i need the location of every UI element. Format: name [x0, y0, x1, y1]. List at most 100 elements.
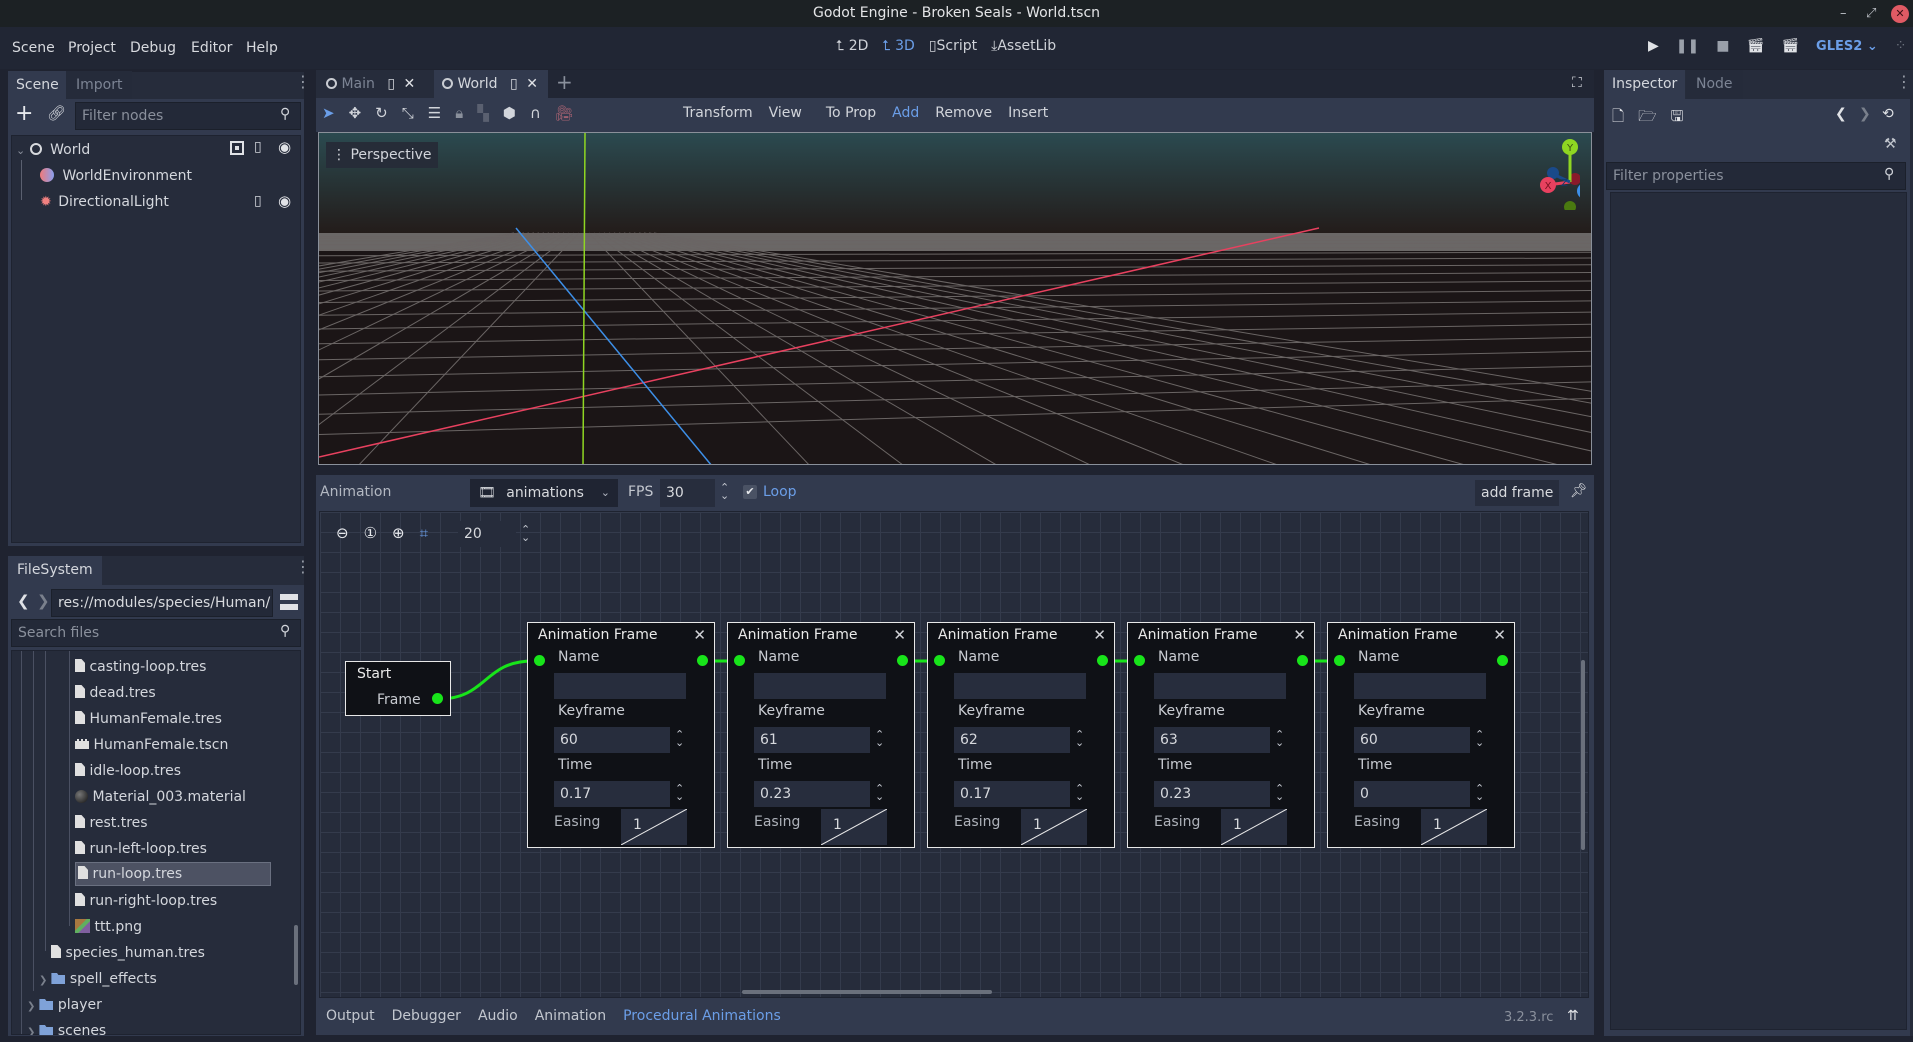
filter-nodes-input[interactable]: Filter nodes	[75, 102, 301, 130]
close-window-button[interactable]: ✕	[1891, 5, 1909, 23]
folder-item[interactable]: ❯ player	[27, 992, 102, 1018]
file-item[interactable]: idle-loop.tres	[75, 758, 181, 784]
keyframe-input[interactable]: 60	[554, 727, 670, 753]
frame-input-port[interactable]	[734, 655, 745, 666]
menu-view[interactable]: View	[769, 105, 802, 121]
file-item[interactable]: ttt.png	[75, 914, 142, 940]
keyframe-spinner-icon[interactable]: ⌃ ⌄	[1475, 729, 1484, 748]
view-gizmo[interactable]: Y X	[1510, 135, 1593, 213]
start-output-port[interactable]	[432, 693, 443, 704]
close-tab-icon[interactable]: ✕	[404, 76, 416, 92]
local-space-icon[interactable]: ⬢	[503, 104, 516, 122]
pause-icon[interactable]: ❚❚	[1676, 38, 1699, 54]
chevron-right-icon[interactable]: ❯	[27, 1027, 35, 1035]
rotate-tool-icon[interactable]: ↻	[375, 104, 388, 122]
bottom-tab-audio[interactable]: Audio	[478, 1008, 518, 1024]
add-frame-button[interactable]: add frame	[1475, 480, 1560, 506]
group-icon[interactable]: ▚	[477, 104, 489, 122]
easing-curve[interactable]: 1	[1221, 809, 1287, 845]
frame-output-port[interactable]	[897, 655, 908, 666]
easing-curve[interactable]: 1	[821, 809, 887, 845]
tree-item-directionallight[interactable]: ✹ DirectionalLight	[40, 189, 169, 215]
folder-item[interactable]: ❯ spell_effects	[39, 966, 157, 992]
snap-icon[interactable]: ∩	[530, 104, 541, 122]
file-item[interactable]: HumanFemale.tres	[75, 706, 222, 732]
menu-editor[interactable]: Editor	[191, 40, 232, 56]
visibility-icon[interactable]: ◉	[278, 192, 291, 210]
filter-properties-input[interactable]: Filter properties	[1606, 162, 1906, 190]
split-mode-icon[interactable]	[280, 594, 298, 610]
play-scene-icon[interactable]: 🎬︎	[1746, 38, 1764, 54]
file-item[interactable]: Material_003.material	[75, 784, 246, 810]
animation-frame-node[interactable]: Animation Frame ✕ Name Keyframe 60 ⌃ ⌄ Time 0.17…	[527, 622, 715, 848]
keyframe-spinner-icon[interactable]: ⌃ ⌄	[1075, 729, 1084, 748]
add-node-icon[interactable]: +	[15, 101, 33, 126]
keyframe-input[interactable]: 63	[1154, 727, 1270, 753]
pin-icon[interactable]: 📌︎	[1570, 483, 1588, 499]
script-icon[interactable]: ▯	[254, 139, 262, 155]
workspace-assetlib[interactable]: ⤓AssetLib	[991, 38, 1056, 54]
camera-icon[interactable]: 🎥︎	[555, 104, 574, 122]
new-resource-icon[interactable]: 🗋︎	[1612, 106, 1624, 131]
time-input[interactable]: 0.23	[1154, 781, 1270, 807]
minimize-button[interactable]: –	[1840, 0, 1847, 27]
tab-node[interactable]: Node	[1686, 70, 1743, 99]
folder-item[interactable]: ❯ scenes	[27, 1018, 106, 1035]
menu-project[interactable]: Project	[68, 40, 116, 56]
tree-item-world[interactable]: ⌄ World	[16, 137, 90, 163]
frame-output-port[interactable]	[697, 655, 708, 666]
remove-button[interactable]: Remove	[935, 105, 992, 121]
tab-inspector[interactable]: Inspector	[1604, 70, 1686, 99]
new-tab-icon[interactable]: +	[556, 70, 573, 94]
play-custom-scene-icon[interactable]: 🎬︎	[1781, 38, 1799, 54]
graph-v-scrollbar[interactable]	[1581, 660, 1585, 850]
distraction-free-icon[interactable]: ⛶	[1572, 75, 1582, 91]
loop-checkbox[interactable]: ✔	[743, 485, 757, 499]
frame-input-port[interactable]	[534, 655, 545, 666]
play-icon[interactable]: ▶	[1648, 38, 1659, 54]
easing-curve[interactable]: 1	[1021, 809, 1087, 845]
file-item[interactable]: dead.tres	[75, 680, 156, 706]
menu-scene[interactable]: Scene	[12, 40, 55, 56]
menu-transform[interactable]: Transform	[683, 105, 753, 121]
keyframe-spinner-icon[interactable]: ⌃ ⌄	[675, 729, 684, 748]
animations-select[interactable]: 🎞︎ animations ⌄	[470, 479, 618, 507]
time-spinner-icon[interactable]: ⌃ ⌄	[1275, 783, 1284, 802]
close-node-icon[interactable]: ✕	[1293, 626, 1306, 644]
renderer-select[interactable]: GLES2 ⌄	[1816, 39, 1878, 54]
forward-icon[interactable]: ❯	[37, 592, 50, 610]
file-item[interactable]: HumanFemale.tscn	[75, 732, 228, 758]
time-input[interactable]: 0.17	[954, 781, 1070, 807]
dock-menu-icon[interactable]: ⋮	[1896, 72, 1912, 91]
fps-input[interactable]: 30	[660, 479, 715, 507]
file-item[interactable]: rest.tres	[75, 810, 148, 836]
animation-frame-node[interactable]: Animation Frame ✕ Name Keyframe 63 ⌃ ⌄ Time 0.23…	[1127, 622, 1315, 848]
time-input[interactable]: 0.17	[554, 781, 670, 807]
history-forward-icon[interactable]: ❯	[1859, 106, 1871, 122]
time-spinner-icon[interactable]: ⌃ ⌄	[1475, 783, 1484, 802]
frame-output-port[interactable]	[1097, 655, 1108, 666]
keyframe-input[interactable]: 62	[954, 727, 1070, 753]
dock-menu-icon[interactable]: ⋮	[295, 557, 311, 576]
keyframe-input[interactable]: 61	[754, 727, 870, 753]
history-back-icon[interactable]: ❮	[1835, 106, 1847, 122]
name-input[interactable]	[754, 673, 886, 699]
start-node[interactable]: Start Frame	[345, 661, 451, 716]
close-tab-icon[interactable]: ✕	[526, 76, 538, 92]
frame-input-port[interactable]	[1334, 655, 1345, 666]
name-input[interactable]	[954, 673, 1086, 699]
animation-frame-node[interactable]: Animation Frame ✕ Name Keyframe 60 ⌃ ⌄ Time 0 ⌃ ⌄ E…	[1327, 622, 1515, 848]
filesystem-scrollbar[interactable]	[294, 925, 298, 985]
object-history-icon[interactable]: ⟲	[1882, 106, 1894, 122]
name-input[interactable]	[1154, 673, 1286, 699]
workspace-3d[interactable]: ⮤ 3D	[882, 38, 914, 54]
bottom-tab-debugger[interactable]: Debugger	[392, 1008, 461, 1024]
bottom-tab-animation[interactable]: Animation	[535, 1008, 606, 1024]
dock-menu-icon[interactable]: ⋮	[295, 72, 311, 91]
close-node-icon[interactable]: ✕	[1093, 626, 1106, 644]
chevron-right-icon[interactable]: ❯	[39, 975, 47, 986]
move-tool-icon[interactable]: ✥	[349, 104, 362, 122]
tab-filesystem[interactable]: FileSystem	[8, 556, 102, 585]
scale-tool-icon[interactable]: ⤡	[402, 104, 414, 122]
bottom-tab-output[interactable]: Output	[326, 1008, 375, 1024]
